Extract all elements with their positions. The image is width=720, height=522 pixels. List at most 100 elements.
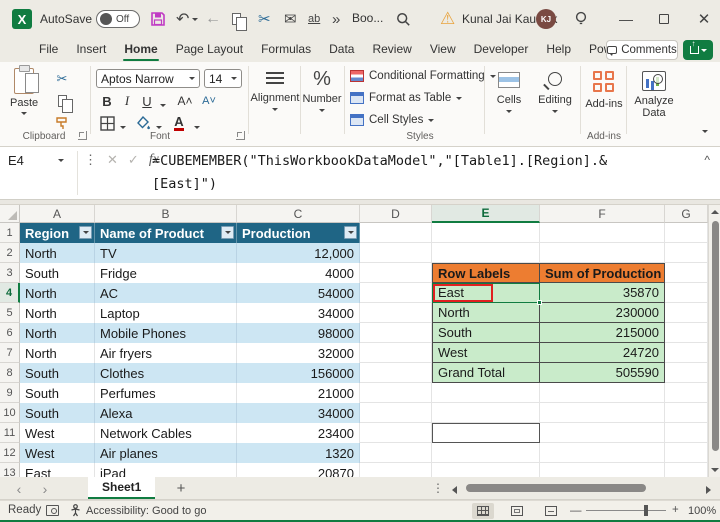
cell-A9[interactable]: South bbox=[20, 383, 95, 403]
zoom-in-button[interactable]: + bbox=[672, 504, 679, 516]
cell-C8[interactable]: 156000 bbox=[237, 363, 360, 383]
maximize-button[interactable] bbox=[650, 8, 678, 30]
cell-B10[interactable]: Alexa bbox=[95, 403, 237, 423]
cell-A12[interactable]: West bbox=[20, 443, 95, 463]
cell-C2[interactable]: 12,000 bbox=[237, 243, 360, 263]
cell-B9[interactable]: Perfumes bbox=[95, 383, 237, 403]
font-color-dropdown-icon[interactable] bbox=[188, 118, 206, 136]
accessibility-status[interactable]: Accessibility: Good to go bbox=[86, 505, 206, 517]
row-header-12[interactable]: 12 bbox=[0, 443, 20, 463]
cell-C1[interactable]: Production bbox=[237, 223, 360, 243]
search-icon[interactable] bbox=[396, 8, 411, 30]
email-icon[interactable]: ✉ bbox=[284, 8, 297, 30]
vertical-scrollbar-thumb[interactable] bbox=[712, 221, 719, 451]
row-header-8[interactable]: 8 bbox=[0, 363, 20, 383]
cell-B3[interactable]: Fridge bbox=[95, 263, 237, 283]
analyze-data-button[interactable]: Analyze Data bbox=[630, 68, 678, 119]
pivot-cell-E8[interactable]: Grand Total bbox=[432, 363, 540, 383]
cell-C13[interactable]: 20870 bbox=[237, 463, 360, 477]
undo-icon[interactable]: ↶ bbox=[176, 8, 189, 30]
comments-button[interactable]: Comments bbox=[606, 40, 678, 60]
column-header-A[interactable]: A bbox=[20, 205, 95, 223]
macro-record-icon[interactable] bbox=[46, 505, 59, 516]
vertical-scrollbar[interactable] bbox=[708, 205, 720, 477]
font-dialog-launcher-icon[interactable] bbox=[236, 131, 245, 140]
worksheet-grid[interactable]: ABCDEFG12345678910111213RegionName of Pr… bbox=[0, 205, 708, 477]
cell-A4[interactable]: North bbox=[20, 283, 95, 303]
addins-button[interactable]: Add-ins bbox=[584, 68, 624, 110]
italic-button[interactable]: I bbox=[118, 92, 136, 110]
name-box-menu-icon[interactable]: ⋮ bbox=[84, 152, 97, 168]
page-break-view-button[interactable] bbox=[540, 503, 562, 519]
cell-A7[interactable]: North bbox=[20, 343, 95, 363]
ribbon-tab-insert[interactable]: Insert bbox=[67, 38, 115, 62]
row-header-2[interactable]: 2 bbox=[0, 243, 20, 263]
filter-button-production[interactable] bbox=[344, 226, 357, 239]
cell-C4[interactable]: 54000 bbox=[237, 283, 360, 303]
cells-button[interactable]: Cells bbox=[488, 68, 530, 113]
row-header-11[interactable]: 11 bbox=[0, 423, 20, 443]
hscroll-right-icon[interactable] bbox=[706, 486, 711, 494]
cell-A10[interactable]: South bbox=[20, 403, 95, 423]
editing-button[interactable]: Editing bbox=[532, 68, 578, 113]
format-painter-button[interactable] bbox=[52, 114, 72, 132]
zoom-slider-thumb[interactable] bbox=[644, 505, 648, 516]
hscroll-left-icon[interactable] bbox=[452, 486, 457, 494]
prev-sheet-icon[interactable]: ‹ bbox=[10, 480, 28, 497]
number-button[interactable]: % Number bbox=[302, 68, 342, 112]
pivot-header-sum-of-production[interactable]: Sum of Production bbox=[540, 263, 665, 283]
ribbon-tab-formulas[interactable]: Formulas bbox=[252, 38, 320, 62]
ribbon-tab-developer[interactable]: Developer bbox=[465, 38, 538, 62]
cell-A11[interactable]: West bbox=[20, 423, 95, 443]
zoom-level[interactable]: 100% bbox=[688, 505, 716, 517]
pivot-cell-E7[interactable]: West bbox=[432, 343, 540, 363]
cell-B8[interactable]: Clothes bbox=[95, 363, 237, 383]
fill-handle[interactable] bbox=[537, 300, 542, 305]
horizontal-scrollbar[interactable] bbox=[462, 482, 702, 494]
formula-input[interactable]: =CUBEMEMBER("ThisWorkbookDataModel","[Ta… bbox=[152, 150, 692, 196]
paste-button[interactable]: Paste bbox=[10, 68, 38, 115]
ribbon-tab-help[interactable]: Help bbox=[537, 38, 580, 62]
cell-B5[interactable]: Laptop bbox=[95, 303, 237, 323]
cell-C6[interactable]: 98000 bbox=[237, 323, 360, 343]
row-header-1[interactable]: 1 bbox=[0, 223, 20, 243]
spelling-icon[interactable]: ab bbox=[308, 8, 320, 30]
tabbar-splitter-icon[interactable]: ⋮ bbox=[432, 481, 444, 495]
avatar[interactable]: KJ bbox=[536, 9, 556, 29]
ribbon-tab-view[interactable]: View bbox=[421, 38, 465, 62]
row-header-3[interactable]: 3 bbox=[0, 263, 20, 283]
alignment-button[interactable]: Alignment bbox=[252, 68, 298, 111]
cell-A6[interactable]: North bbox=[20, 323, 95, 343]
cell-C12[interactable]: 1320 bbox=[237, 443, 360, 463]
formula-bar-expand-icon[interactable]: ^ bbox=[704, 153, 710, 167]
row-header-10[interactable]: 10 bbox=[0, 403, 20, 423]
select-all-corner[interactable] bbox=[0, 205, 20, 223]
bold-button[interactable]: B bbox=[98, 92, 116, 110]
cell-A5[interactable]: North bbox=[20, 303, 95, 323]
pivot-cell-F7[interactable]: 24720 bbox=[540, 343, 665, 363]
font-name-combo[interactable]: Aptos Narrow bbox=[96, 69, 200, 88]
shrink-font-button[interactable]: A˅ bbox=[200, 92, 218, 110]
pivot-header-row-labels[interactable]: Row Labels bbox=[432, 263, 540, 283]
qat-overflow-icon[interactable]: » bbox=[332, 8, 340, 30]
row-header-4[interactable]: 4 bbox=[0, 283, 20, 303]
cell-C11[interactable]: 23400 bbox=[237, 423, 360, 443]
pivot-cell-F5[interactable]: 230000 bbox=[540, 303, 665, 323]
normal-view-button[interactable] bbox=[472, 503, 494, 519]
minimize-button[interactable]: — bbox=[612, 8, 640, 30]
copy-icon[interactable] bbox=[232, 8, 241, 30]
pivot-cell-F6[interactable]: 215000 bbox=[540, 323, 665, 343]
ribbon-tab-file[interactable]: File bbox=[30, 38, 67, 62]
cell-A2[interactable]: North bbox=[20, 243, 95, 263]
underline-dropdown-icon[interactable] bbox=[154, 96, 172, 114]
cell-B11[interactable]: Network Cables bbox=[95, 423, 237, 443]
cell-styles-button[interactable]: Cell Styles bbox=[350, 114, 434, 126]
font-color-button[interactable]: A bbox=[170, 114, 188, 132]
cell-B7[interactable]: Air fryers bbox=[95, 343, 237, 363]
add-sheet-button[interactable]: + bbox=[172, 480, 190, 497]
save-icon[interactable] bbox=[150, 8, 166, 30]
sheet-tab-sheet1[interactable]: Sheet1 bbox=[88, 477, 155, 499]
row-header-5[interactable]: 5 bbox=[0, 303, 20, 323]
cell-C5[interactable]: 34000 bbox=[237, 303, 360, 323]
cell-C3[interactable]: 4000 bbox=[237, 263, 360, 283]
